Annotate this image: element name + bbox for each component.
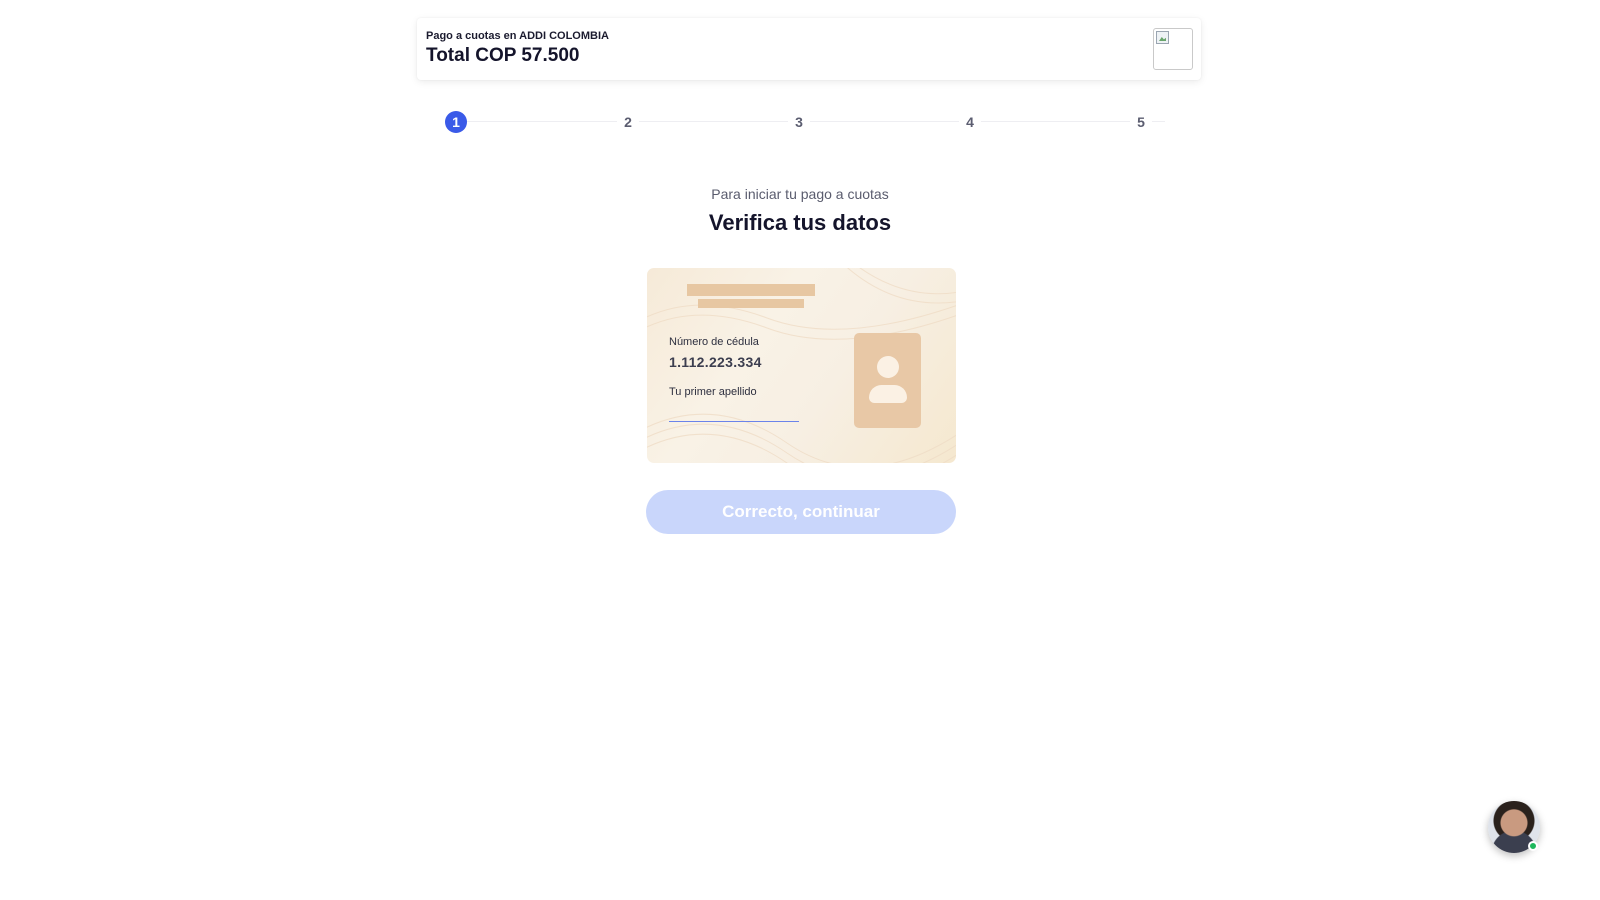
card-header-subbar — [698, 299, 804, 308]
online-status-icon — [1528, 841, 1538, 851]
step-3: 3 — [788, 111, 810, 133]
continue-button[interactable]: Correcto, continuar — [646, 490, 956, 534]
progress-stepper: 1 2 3 4 5 — [445, 110, 1175, 134]
apellido-label: Tu primer apellido — [669, 386, 757, 398]
total-amount: Total COP 57.500 — [426, 45, 580, 66]
card-header-bar — [687, 284, 815, 296]
id-card: Número de cédula 1.112.223.334 Tu primer… — [647, 268, 956, 463]
apellido-input[interactable] — [669, 402, 799, 422]
cedula-value: 1.112.223.334 — [669, 354, 762, 370]
merchant-logo — [1153, 28, 1193, 70]
step-2: 2 — [617, 111, 639, 133]
merchant-line: Pago a cuotas en ADDI COLOMBIA — [426, 30, 609, 42]
id-photo-placeholder — [854, 333, 921, 428]
step-1: 1 — [445, 111, 467, 133]
step-4: 4 — [959, 111, 981, 133]
step-5: 5 — [1130, 111, 1152, 133]
person-silhouette-icon — [877, 356, 899, 378]
page-subtitle: Para iniciar tu pago a cuotas — [711, 186, 889, 202]
page-title: Verifica tus datos — [708, 210, 892, 235]
person-silhouette-body — [869, 385, 907, 403]
payment-summary-header: Pago a cuotas en ADDI COLOMBIA Total COP… — [417, 18, 1201, 80]
broken-image-icon — [1156, 31, 1169, 44]
support-agent-avatar[interactable] — [1488, 801, 1540, 853]
stepper-line — [455, 121, 1165, 122]
cedula-label: Número de cédula — [669, 336, 759, 348]
